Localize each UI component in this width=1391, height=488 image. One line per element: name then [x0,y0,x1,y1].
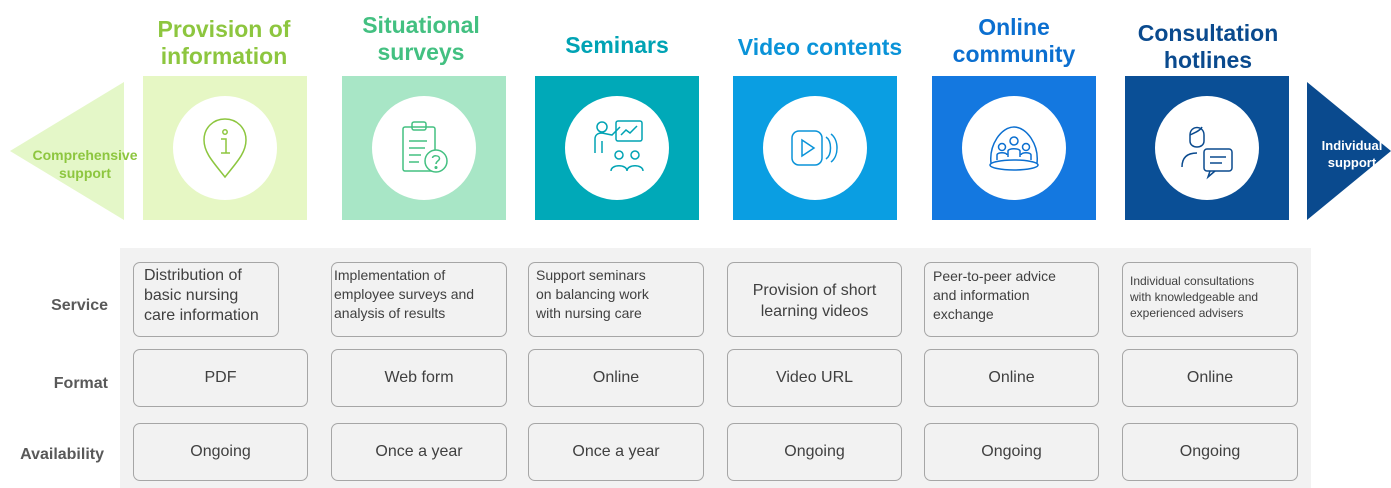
icon-circle [173,96,277,200]
icon-circle [372,96,476,200]
title-seminars: Seminars [565,32,669,58]
title-situational-surveys: Situational surveys [362,12,480,65]
title-consultation-hotlines: Consultation hotlines [1137,20,1279,73]
availability-cell: Once a year [528,423,704,481]
service-cell: Peer-to-peer advice and information exch… [924,262,1099,337]
seminar-presenter-icon [594,120,644,172]
format-cell: PDF [133,349,308,407]
individual-support-label: Individual support [1321,138,1383,170]
comprehensive-support-label: Comprehensive support [32,147,138,181]
row-label-format: Format [53,375,108,392]
availability-cell: Ongoing [924,423,1099,481]
format-cell: Online [924,349,1099,407]
info-pin-icon [203,118,247,179]
video-play-icon [791,130,838,166]
icon-circle [1155,96,1259,200]
card-seminars [535,76,699,220]
icon-circle [763,96,867,200]
icon-circle [565,96,669,200]
availability-cell: Ongoing [1122,423,1298,481]
availability-cell: Ongoing [727,423,902,481]
row-label-service: Service [51,297,108,314]
card-online-community [932,76,1096,220]
service-cell: Distribution of basic nursing care infor… [133,262,279,337]
card-consultation-hotlines [1125,76,1289,220]
title-provision-of-information: Provision of information [157,16,291,69]
community-people-icon [989,126,1039,171]
consultant-chat-icon [1181,126,1233,180]
service-cell: Implementation of employee surveys and a… [331,262,507,337]
card-video-contents [733,76,897,220]
card-provision-of-information [143,76,307,220]
availability-cell: Once a year [331,423,507,481]
title-video-contents: Video contents [737,34,903,60]
format-cell: Web form [331,349,507,407]
title-online-community: Online community [952,14,1076,67]
icon-circle [962,96,1066,200]
format-cell: Online [528,349,704,407]
card-situational-surveys [342,76,506,220]
format-cell: Video URL [727,349,902,407]
row-label-availability: Availability [20,446,104,463]
service-cell: Support seminars on balancing work with … [528,262,704,337]
format-cell: Online [1122,349,1298,407]
availability-cell: Ongoing [133,423,308,481]
service-cell: Provision of short learning videos [727,262,902,337]
survey-clipboard-icon [402,121,448,173]
service-cell: Individual consultations with knowledgea… [1122,262,1298,337]
